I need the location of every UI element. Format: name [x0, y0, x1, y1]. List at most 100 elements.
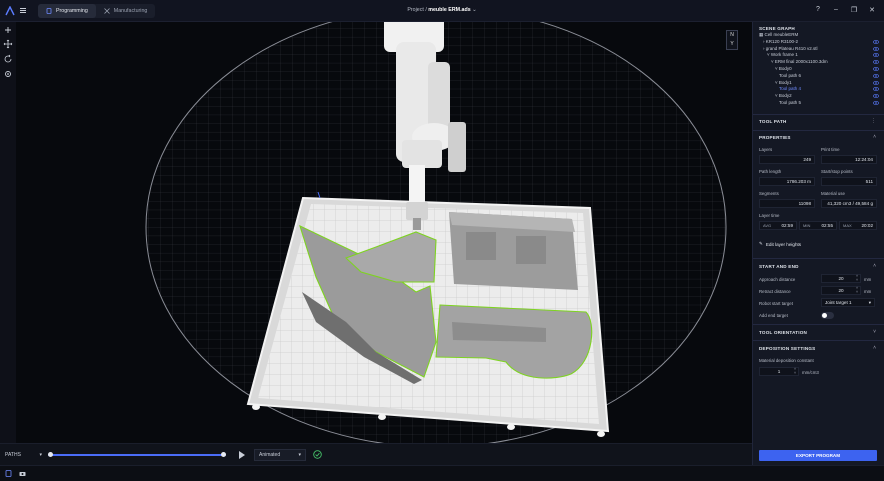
edit-layer-heights-button[interactable]: ✎ Edit layer heights: [759, 239, 801, 249]
view-cube[interactable]: N Y: [726, 30, 738, 50]
paths-dropdown[interactable]: PATHS ▾: [5, 450, 42, 460]
help-icon[interactable]: ?: [814, 6, 822, 14]
camera-icon[interactable]: [19, 470, 26, 477]
robot-start-label: Robot start target: [759, 301, 793, 306]
chevron-down-icon[interactable]: ˅: [873, 329, 876, 335]
scene-graph-item[interactable]: Tool path 6: [759, 73, 881, 80]
scene-graph-item[interactable]: ˅ ERM final 2000x1100.3dm: [759, 59, 881, 66]
segments-label: Segments: [759, 191, 779, 196]
visibility-eye-icon[interactable]: [873, 53, 879, 58]
material-label: Material use: [821, 191, 845, 196]
visibility-eye-icon[interactable]: [873, 87, 879, 92]
add-icon[interactable]: [3, 25, 13, 35]
scene-graph-item[interactable]: ˅ Body2: [759, 93, 881, 100]
chevron-up-icon[interactable]: ˄: [873, 134, 876, 140]
scene-graph-item[interactable]: Tool path 4: [759, 86, 881, 93]
slider-end-handle[interactable]: [221, 452, 226, 457]
project-title[interactable]: Project / meuble ERM.ads ⌄: [0, 7, 884, 13]
chevron-down-icon: ▾: [868, 300, 871, 305]
project-prefix: Project /: [407, 7, 429, 13]
scene-graph-item[interactable]: › grand Plateau R410 v2.stl: [759, 46, 881, 53]
scene-graph-item[interactable]: ▦ Cell meubleERM: [759, 32, 881, 39]
scene-graph-item-label: Tool path 6: [779, 72, 802, 78]
material-value: 41,320 cm3 / 49,584 g: [821, 199, 877, 208]
max-field: MAX 20:02: [839, 221, 877, 230]
stepper-icon[interactable]: ˄ ˅: [856, 274, 858, 282]
pencil-icon: ✎: [759, 241, 763, 246]
min-field: MIN 02:55: [799, 221, 837, 230]
bed-foot: [597, 431, 605, 437]
robot-start-select[interactable]: Joint target 1 ▾: [821, 298, 875, 307]
check-circle-icon[interactable]: [313, 450, 322, 459]
deposition-constant-input[interactable]: 1: [759, 367, 799, 376]
slider-fill: [48, 454, 226, 456]
scene-graph-item-label: Body2: [778, 93, 792, 99]
avg-label: AVG: [763, 223, 772, 228]
approach-label: Approach distance: [759, 277, 796, 282]
chevron-up-icon[interactable]: ˄: [873, 345, 876, 351]
avg-field: AVG 02:59: [759, 221, 797, 230]
compass-north-label: N: [730, 32, 734, 38]
divider: [753, 258, 884, 259]
scene-graph-item-label: Tool path 5: [779, 99, 802, 105]
deposition-title: DEPOSITION SETTINGS: [759, 346, 816, 351]
retract-label: Retract distance: [759, 289, 791, 294]
visibility-eye-icon[interactable]: [873, 101, 879, 105]
scene-graph-item-label: Work frame 1: [770, 52, 798, 58]
path-length-label: Path length: [759, 169, 782, 174]
visibility-eye-icon[interactable]: [873, 67, 879, 71]
more-icon[interactable]: ⋮: [871, 118, 876, 124]
window-controls: ? – ❐ ✕: [814, 6, 876, 14]
export-program-button[interactable]: EXPORT PROGRAM: [759, 450, 877, 461]
title-bar: Programming Manufacturing Project / meub…: [0, 0, 884, 22]
divider: [753, 340, 884, 341]
scene-graph-item[interactable]: ˅ Body1: [759, 80, 881, 87]
slider-start-handle[interactable]: [48, 452, 53, 457]
animation-mode-dropdown[interactable]: Animated ▾: [254, 449, 306, 461]
approach-input[interactable]: 20: [821, 274, 861, 283]
layer-slider[interactable]: [48, 452, 226, 457]
restore-icon[interactable]: ❐: [850, 6, 858, 14]
scene-graph-item[interactable]: Tool path 5: [759, 100, 881, 107]
minimize-icon[interactable]: –: [832, 6, 840, 14]
print-time-label: Print time: [821, 147, 840, 152]
visibility-eye-icon[interactable]: [873, 60, 879, 65]
toggle-knob: [822, 313, 827, 318]
retract-input[interactable]: 20: [821, 286, 861, 295]
visibility-eye-icon[interactable]: [873, 73, 879, 78]
chevron-up-icon[interactable]: ˄: [873, 263, 876, 269]
add-end-toggle[interactable]: [821, 312, 834, 319]
left-toolbar: [0, 22, 16, 481]
visibility-eye-icon[interactable]: [873, 39, 879, 44]
project-name: meuble ERM.ads: [428, 7, 471, 13]
chevron-down-icon[interactable]: ⌄: [472, 7, 476, 13]
rotate-icon[interactable]: [3, 54, 13, 64]
stepper-icon[interactable]: ˄ ˅: [856, 286, 858, 294]
divider: [753, 114, 884, 115]
settings-icon[interactable]: [3, 69, 13, 79]
visibility-eye-icon[interactable]: [873, 80, 879, 85]
scene-graph-item-label: grand Plateau R410 v2.stl: [765, 45, 818, 51]
retract-unit: mm: [864, 289, 872, 294]
mode-label: Animated: [259, 452, 281, 458]
play-icon[interactable]: [239, 451, 245, 459]
scene-graph-item-label: Tool path 4: [779, 86, 802, 92]
close-icon[interactable]: ✕: [868, 6, 876, 14]
3d-viewport[interactable]: N Y: [16, 22, 752, 443]
programming-icon[interactable]: [5, 470, 12, 477]
visibility-eye-icon[interactable]: [873, 46, 879, 51]
bed-foot: [507, 424, 515, 430]
move-icon[interactable]: [3, 39, 13, 49]
scene-graph-item[interactable]: ˅ Body0: [759, 66, 881, 73]
scene-graph-tree: ▦ Cell meubleERM › KR120 R3100-2 › grand P…: [759, 32, 881, 107]
scene-graph-item[interactable]: › KR120 R3100-2: [759, 39, 881, 46]
scene-graph-item-label: ERM final 2000x1100.3dm: [774, 59, 828, 65]
visibility-eye-icon[interactable]: [873, 94, 879, 99]
layer-time-label: Layer time: [759, 213, 780, 218]
paths-label: PATHS: [5, 452, 21, 458]
scene-graph-item[interactable]: ˅ Work frame 1: [759, 52, 881, 59]
start-end-title: START AND END: [759, 264, 799, 269]
scene-render[interactable]: [16, 22, 752, 443]
stepper-icon[interactable]: ˄ ˅: [794, 367, 796, 375]
max-label: MAX: [843, 223, 852, 228]
